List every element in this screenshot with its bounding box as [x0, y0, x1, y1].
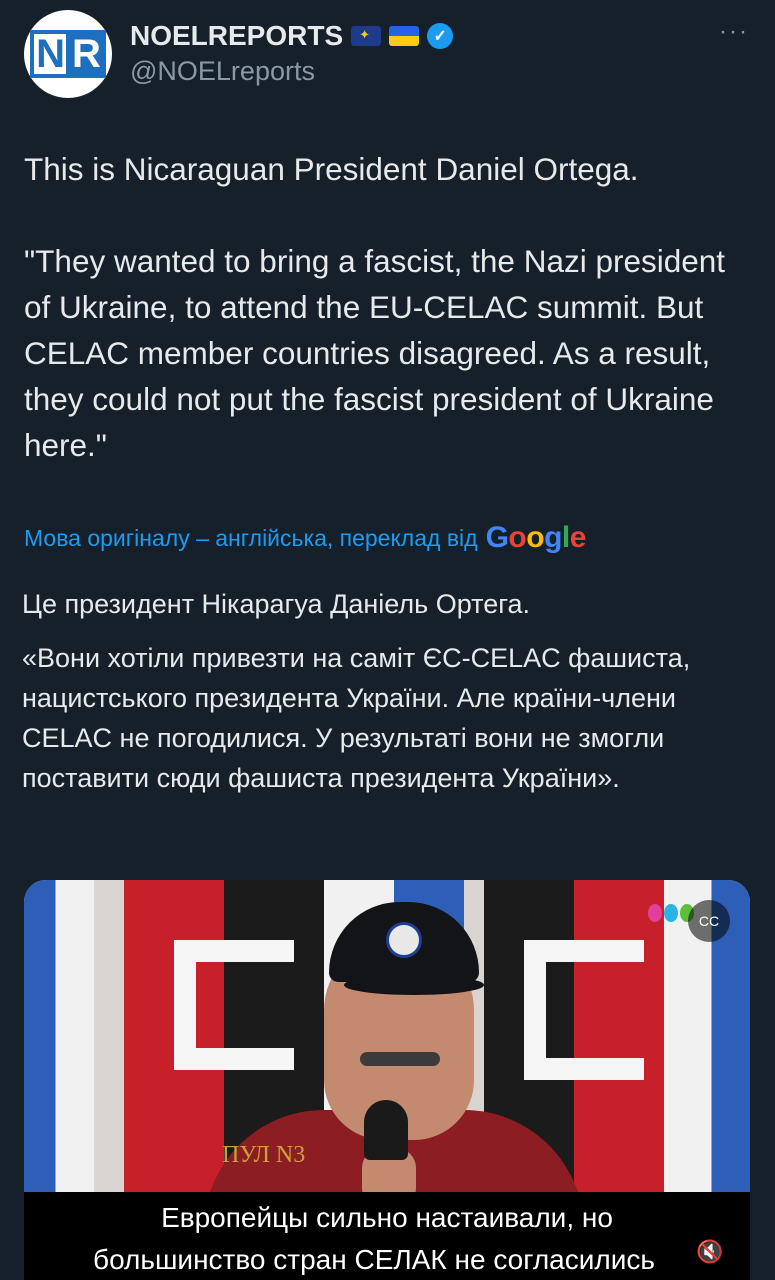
google-letter-4: g — [544, 521, 562, 554]
translated-paragraph-1: Це президент Нікарагуа Даніель Ортега. — [22, 589, 531, 619]
video-player[interactable]: ПУЛ N3 CC Европейцы сильно настаивали, н… — [24, 880, 750, 1280]
flag-fsln-right-letters — [524, 940, 644, 1080]
microphone-icon — [364, 1100, 408, 1160]
author-display-name[interactable]: NOELREPORTS — [130, 20, 343, 52]
avatar-logo-right: R — [66, 30, 106, 78]
translation-note-text: Мова оригіналу – англійська, переклад ві… — [24, 524, 478, 551]
translated-text: Це президент Нікарагуа Даніель Ортега. «… — [22, 584, 752, 812]
subtitle-bar: Европейцы сильно настаивали, но большинс… — [24, 1192, 750, 1280]
eu-flag-icon — [351, 26, 382, 46]
author-name-row: NOELREPORTS ✓ — [130, 18, 454, 54]
tweet-text: This is Nicaraguan President Daniel Orte… — [24, 151, 726, 463]
closed-captions-button[interactable]: CC — [688, 900, 730, 942]
translation-note[interactable]: Мова оригіналу – англійська, переклад ві… — [24, 520, 586, 556]
more-options-button[interactable]: ··· — [719, 18, 749, 46]
google-letter-1: G — [485, 521, 509, 554]
google-letter-5: l — [561, 521, 570, 554]
author-handle[interactable]: @NOELreports — [130, 56, 315, 87]
person-cap-brim — [344, 975, 484, 995]
avatar-logo-left: N — [30, 30, 66, 78]
google-letter-6: e — [569, 521, 587, 554]
volume-muted-icon: 🔇 — [696, 1239, 724, 1264]
flag-fsln-left-letters — [174, 940, 294, 1070]
flag-nicaragua-left — [24, 880, 94, 1200]
subtitle-line-2: большинство стран СЕЛАК не согласились — [93, 1244, 655, 1275]
ukraine-flag-icon — [389, 26, 420, 46]
mute-button[interactable]: 🔇 — [692, 1234, 728, 1270]
tweet-header: NR NOELREPORTS ✓ @NOELreports ··· — [0, 0, 775, 110]
google-letter-3: o — [526, 521, 545, 554]
google-logo: Google — [485, 521, 587, 555]
translated-paragraph-2: «Вони хотіли привезти на саміт ЄС-CELAC … — [22, 643, 691, 793]
subtitle-line-1: Европейцы сильно настаивали, но — [161, 1202, 613, 1233]
avatar-logo: NR — [30, 30, 106, 78]
person-mustache — [360, 1052, 440, 1066]
closed-captions-icon: CC — [698, 913, 720, 929]
verified-badge-icon[interactable]: ✓ — [427, 23, 454, 49]
cap-emblem-icon — [386, 922, 422, 958]
tweet-page: NR NOELREPORTS ✓ @NOELreports ··· This i… — [0, 0, 775, 1280]
avatar[interactable]: NR — [24, 10, 112, 98]
google-letter-2: o — [508, 521, 527, 554]
video-overlay-label: ПУЛ N3 — [222, 1142, 306, 1168]
